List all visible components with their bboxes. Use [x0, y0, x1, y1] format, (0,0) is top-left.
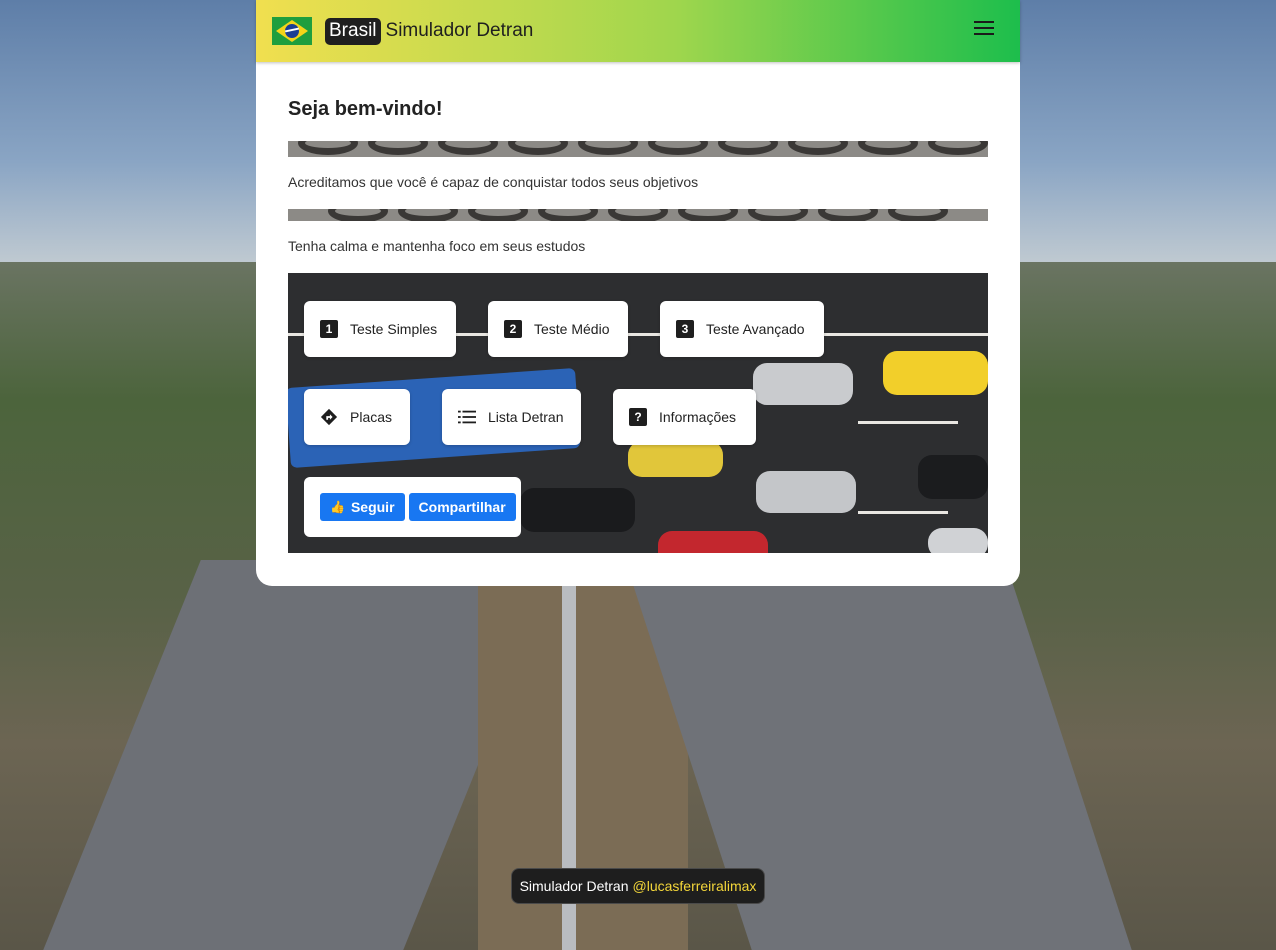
road-sign-icon	[320, 408, 338, 426]
background-car	[628, 441, 723, 477]
decorative-sidewalk-strip	[288, 141, 988, 157]
hamburger-menu-icon[interactable]	[974, 21, 994, 37]
background-car	[928, 528, 988, 553]
list-icon	[458, 408, 476, 426]
facebook-share-button[interactable]: Compartilhar	[408, 493, 516, 521]
signs-button[interactable]: Placas	[304, 389, 410, 445]
number-2-icon: 2	[504, 320, 522, 338]
brazil-flag-icon	[272, 17, 312, 45]
detran-list-button[interactable]: Lista Detran	[442, 389, 581, 445]
background-car	[520, 488, 635, 532]
road-lane-marking	[858, 511, 948, 514]
background-car	[918, 455, 988, 499]
motivation-text-2: Tenha calma e mantenha foco em seus estu…	[288, 238, 586, 254]
test-advanced-button[interactable]: 3 Teste Avançado	[660, 301, 824, 357]
test-simple-label: Teste Simples	[350, 321, 438, 337]
background-car	[883, 351, 988, 395]
motivation-text-1: Acreditamos que você é capaz de conquist…	[288, 174, 699, 190]
footer-credit: Simulador Detran @lucasferreiralimax	[511, 868, 765, 904]
footer-text: Simulador Detran	[519, 878, 629, 894]
test-medium-label: Teste Médio	[534, 321, 610, 337]
app-title: Simulador Detran	[385, 20, 534, 41]
menu-hero-area: 1 Teste Simples 2 Teste Médio 3 Teste Av…	[288, 273, 988, 553]
number-1-icon: 1	[320, 320, 338, 338]
social-buttons-box: 👍 Seguir Compartilhar	[304, 477, 521, 537]
background-car	[756, 471, 856, 513]
thumbs-up-icon: 👍	[330, 500, 345, 514]
background-car	[658, 531, 768, 553]
top-app-bar: Brasil Simulador Detran	[256, 0, 1020, 62]
test-simple-button[interactable]: 1 Teste Simples	[304, 301, 456, 357]
brand-badge: Brasil	[325, 17, 381, 45]
number-3-icon: 3	[676, 320, 694, 338]
detran-list-label: Lista Detran	[488, 409, 564, 425]
follow-label: Seguir	[350, 499, 395, 515]
decorative-sidewalk-strip	[288, 209, 988, 221]
author-handle-link[interactable]: @lucasferreiralimax	[633, 878, 757, 894]
information-button[interactable]: ? Informações	[613, 389, 756, 445]
signs-label: Placas	[350, 409, 393, 425]
facebook-follow-button[interactable]: 👍 Seguir	[320, 493, 405, 521]
question-icon: ?	[629, 408, 647, 426]
information-label: Informações	[659, 409, 737, 425]
main-card: Seja bem-vindo! Acreditamos que você é c…	[256, 62, 1020, 586]
road-lane-marking	[858, 421, 958, 424]
background-car	[753, 363, 853, 405]
welcome-heading: Seja bem-vindo!	[288, 98, 443, 120]
test-medium-button[interactable]: 2 Teste Médio	[488, 301, 628, 357]
share-label: Compartilhar	[418, 499, 506, 515]
test-advanced-label: Teste Avançado	[706, 321, 805, 337]
